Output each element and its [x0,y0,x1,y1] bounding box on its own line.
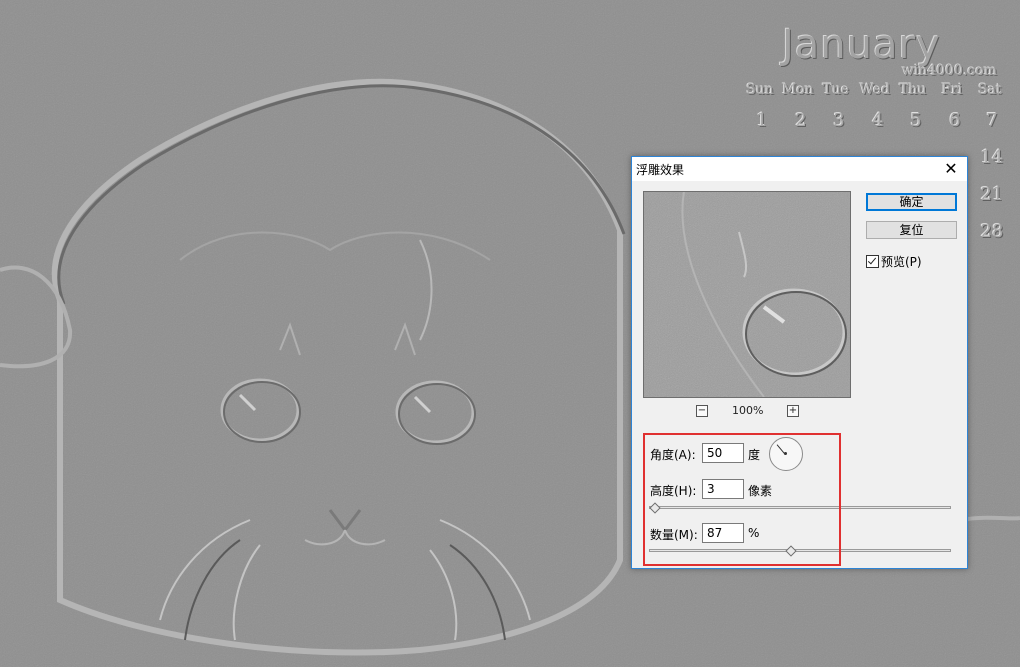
height-input[interactable] [702,479,744,499]
weekday-fri: Fri [941,82,963,98]
angle-label: 角度(A): [650,448,696,462]
calendar-site-label: win4000.com [902,63,998,79]
preview-checkbox-label: 预览(P) [881,255,922,269]
preview-checkbox-row[interactable]: 预览(P) [866,253,922,270]
calendar-date: 2 [795,110,807,131]
zoom-level: 100% [732,404,764,417]
zoom-controls: − 100% + [696,404,806,419]
calendar-date: 7 [986,110,998,131]
calendar-weekdays: Sun Mon Tue Wed Thu Fri Sat [742,82,1014,102]
calendar-date: 5 [910,110,922,131]
preview-checkbox[interactable] [866,255,879,268]
calendar-date: 14 [980,147,1004,168]
dialog-title: 浮雕效果 [636,163,685,177]
angle-unit: 度 [748,448,761,462]
amount-input[interactable] [702,523,744,543]
calendar-date: 3 [833,110,845,131]
amount-label: 数量(M): [650,528,698,542]
calendar-date: 21 [980,184,1004,205]
close-icon[interactable]: ✕ [941,159,961,179]
dial-center [784,452,787,455]
preview-emboss-image [644,192,850,397]
amount-slider-thumb[interactable] [785,545,797,557]
weekday-thu: Thu [899,82,927,98]
calendar-date: 28 [980,221,1004,242]
emboss-dialog: 浮雕效果 ✕ − 100% + 确定 复位 预览(P) 角度(A): 50 度 … [631,156,968,569]
weekday-mon: Mon [782,82,814,98]
zoom-in-button[interactable]: + [787,405,799,417]
height-slider[interactable] [649,506,951,509]
weekday-sun: Sun [746,82,774,98]
angle-input[interactable] [702,443,744,463]
height-unit: 像素 [748,484,773,498]
height-label: 高度(H): [650,484,697,498]
ok-button[interactable]: 确定 [866,193,957,211]
weekday-wed: Wed [859,82,891,98]
amount-unit: % [748,526,760,540]
preview-image[interactable] [643,191,851,398]
zoom-out-button[interactable]: − [696,405,708,417]
weekday-tue: Tue [822,82,850,98]
weekday-sat: Sat [978,82,1002,98]
height-slider-thumb[interactable] [649,502,661,514]
calendar-month: January [782,22,941,68]
angle-dial[interactable] [769,437,803,471]
dialog-titlebar[interactable]: 浮雕效果 ✕ [632,157,967,181]
reset-button[interactable]: 复位 [866,221,957,239]
calendar-date: 4 [872,110,884,131]
amount-slider[interactable] [649,549,951,552]
calendar-date: 6 [949,110,961,131]
calendar-date: 1 [756,110,768,131]
